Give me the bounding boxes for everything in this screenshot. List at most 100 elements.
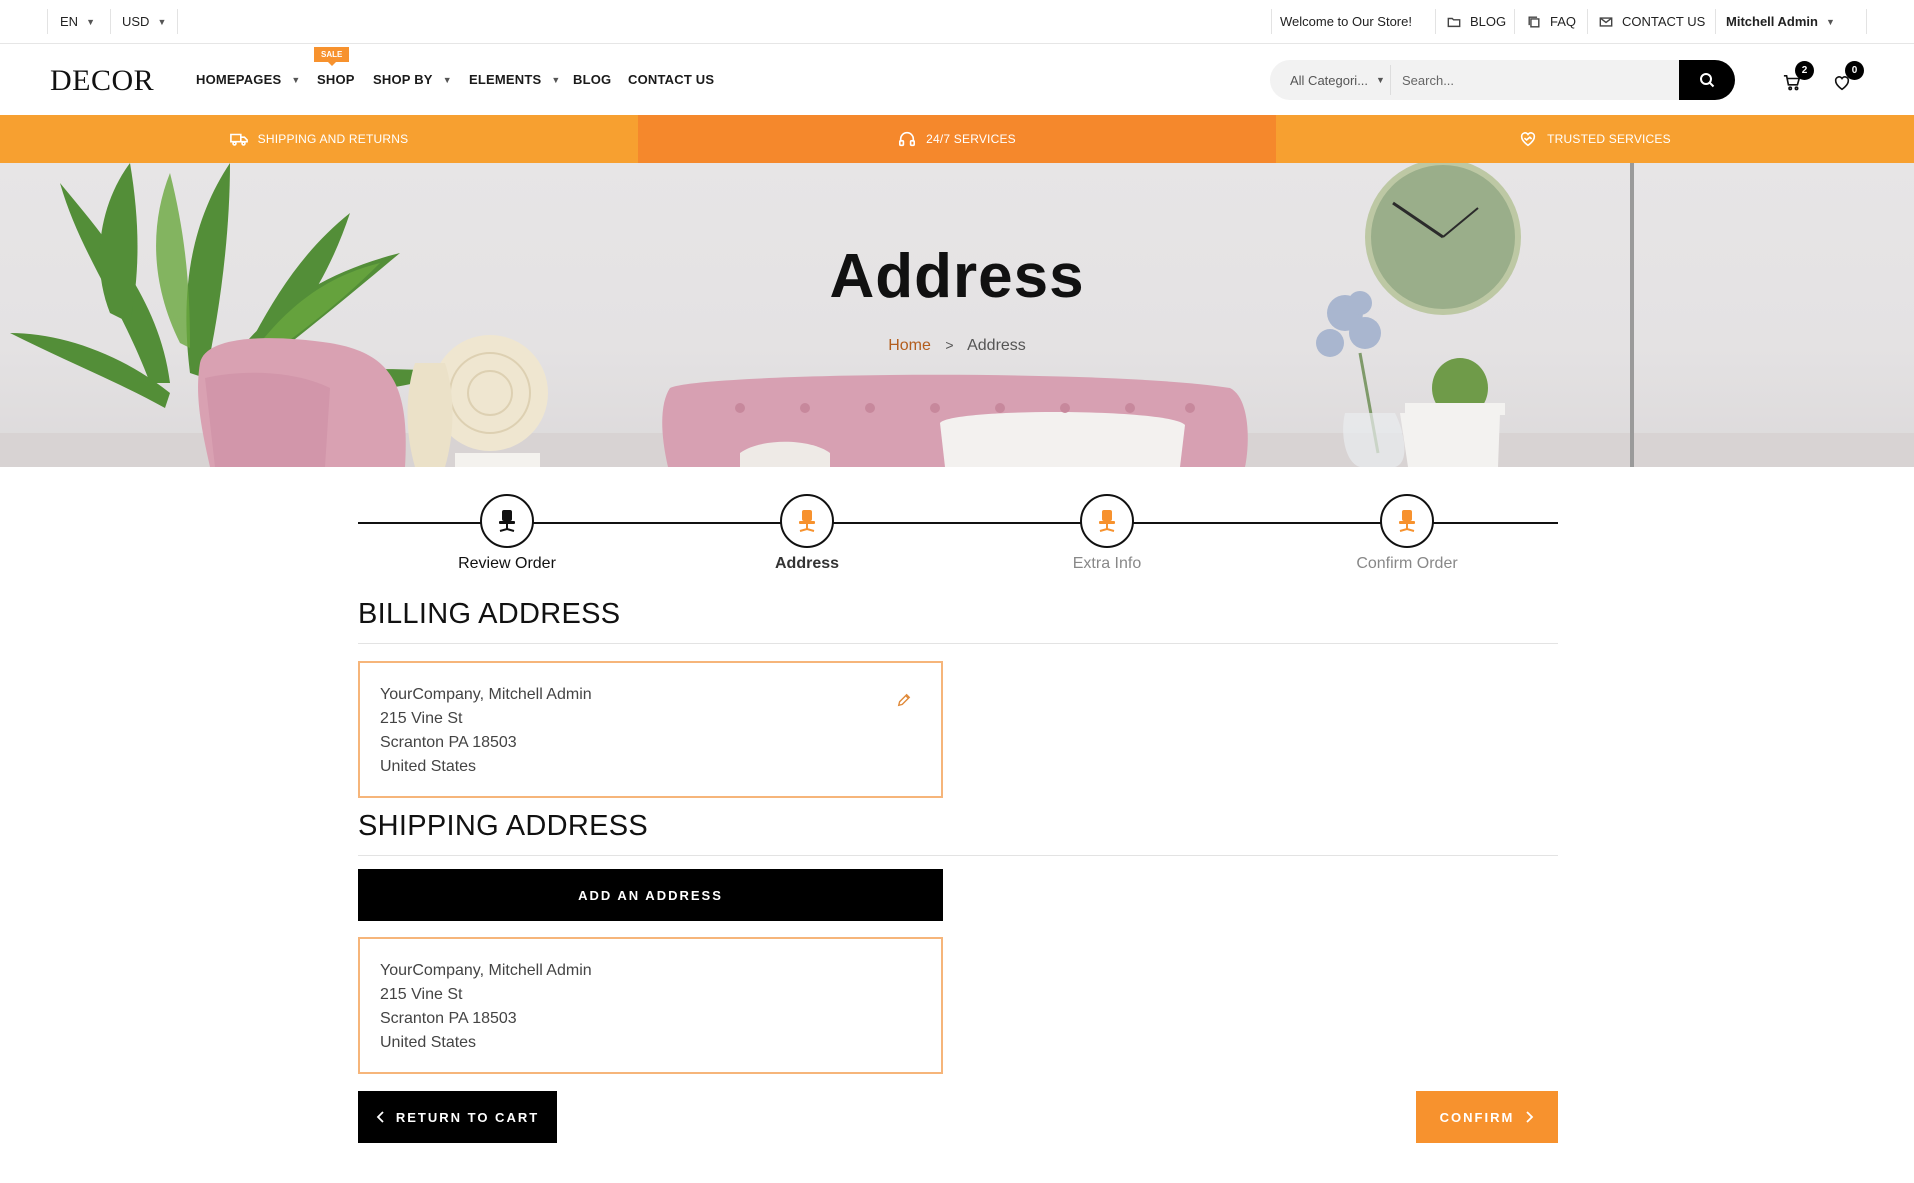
nav-contact-us[interactable]: CONTACT US <box>628 72 714 87</box>
step-label: Extra Info <box>1072 555 1142 572</box>
return-to-cart-button[interactable]: RETURN TO CART <box>358 1091 557 1143</box>
shipping-title: SHIPPING ADDRESS <box>358 810 649 842</box>
step-label: Confirm Order <box>1356 555 1458 572</box>
nav-elements[interactable]: ELEMENTS ▼ <box>469 72 561 87</box>
hero-background-image <box>0 163 1914 467</box>
shipping-address-card[interactable]: YourCompany, Mitchell Admin 215 Vine St … <box>358 937 943 1074</box>
logo-text: DECOR <box>50 64 155 97</box>
divider <box>47 9 48 34</box>
topbar-link-label: FAQ <box>1550 14 1577 29</box>
address-line: 215 Vine St <box>380 710 463 727</box>
chevron-down-icon: ▼ <box>551 74 561 85</box>
topbar-link-faq[interactable]: FAQ <box>1526 0 1576 43</box>
add-address-button[interactable]: ADD AN ADDRESS <box>358 869 943 921</box>
divider <box>358 643 1558 644</box>
chevron-down-icon: ▼ <box>1376 75 1385 85</box>
nav-label: HOMEPAGES <box>196 72 282 87</box>
divider <box>110 9 111 34</box>
divider <box>1435 9 1436 34</box>
mail-icon <box>1598 14 1614 30</box>
address-line: YourCompany, Mitchell Admin <box>380 686 592 703</box>
topbar-link-blog[interactable]: BLOG <box>1446 0 1506 43</box>
address-line: YourCompany, Mitchell Admin <box>380 962 592 979</box>
divider <box>358 855 1558 856</box>
search-button[interactable] <box>1679 60 1735 100</box>
chevron-right-icon <box>1524 1111 1534 1123</box>
page-title: Address <box>829 242 1085 311</box>
hero-banner: Address Home > Address <box>0 163 1914 467</box>
nav-label: ELEMENTS <box>469 72 542 87</box>
copy-icon <box>1526 14 1542 30</box>
nav-shop-by[interactable]: SHOP BY ▼ <box>373 72 452 87</box>
divider <box>1514 9 1515 34</box>
user-name: Mitchell Admin <box>1726 14 1818 29</box>
divider <box>177 9 178 34</box>
office-chair-icon <box>499 510 515 532</box>
service-label: 24/7 SERVICES <box>926 132 1016 146</box>
billing-address-card[interactable]: YourCompany, Mitchell Admin 215 Vine St … <box>358 661 943 798</box>
chevron-down-icon: ▼ <box>442 74 452 85</box>
button-label: CONFIRM <box>1439 1109 1515 1125</box>
wishlist-count-badge: 0 <box>1845 61 1864 80</box>
service-label: TRUSTED SERVICES <box>1547 132 1671 146</box>
divider <box>1866 9 1867 34</box>
nav-blog[interactable]: BLOG <box>573 72 611 87</box>
chevron-down-icon: ▼ <box>1825 16 1835 27</box>
chevron-down-icon: ▼ <box>291 74 301 85</box>
service-bar: SHIPPING AND RETURNS 24/7 SERVICES TRUST… <box>0 115 1914 163</box>
chevron-down-icon: ▼ <box>157 16 167 27</box>
topbar-link-label: BLOG <box>1470 14 1507 29</box>
language-label: EN <box>60 14 79 29</box>
nav-homepages[interactable]: HOMEPAGES ▼ <box>196 72 300 87</box>
wishlist-button[interactable]: 0 <box>1830 61 1864 95</box>
step-circle <box>780 494 834 548</box>
service-label: SHIPPING AND RETURNS <box>257 132 409 146</box>
topbar-link-contact[interactable]: CONTACT US <box>1598 0 1705 43</box>
sale-badge: SALE <box>314 47 350 66</box>
step-label: Address <box>774 555 840 572</box>
nav-shop[interactable]: SHOP <box>317 72 355 87</box>
nav-label: SHOP BY <box>373 72 433 87</box>
step-address[interactable]: Address <box>707 494 907 573</box>
edit-pencil-icon[interactable] <box>897 691 913 707</box>
address-line: United States <box>380 1034 477 1051</box>
address-line: Scranton PA 18503 <box>380 1010 517 1027</box>
step-extra-info[interactable]: Extra Info <box>1007 494 1207 573</box>
truck-icon <box>229 133 248 146</box>
service-shipping: SHIPPING AND RETURNS <box>0 115 638 163</box>
language-selector[interactable]: EN ▼ <box>60 0 95 43</box>
address-line: United States <box>380 758 477 775</box>
main-header: DECOR HOMEPAGES ▼ SALE SHOP SHOP BY ▼ EL… <box>0 44 1914 115</box>
folder-icon <box>1446 14 1462 30</box>
step-circle <box>1380 494 1434 548</box>
divider <box>1587 9 1588 34</box>
site-logo[interactable]: DECOR <box>50 64 154 98</box>
checkout-progress: Review Order Address Extra Info Confirm … <box>358 490 1558 573</box>
button-label: RETURN TO CART <box>395 1109 540 1125</box>
user-menu[interactable]: Mitchell Admin ▼ <box>1726 0 1835 43</box>
search-input[interactable] <box>1402 60 1682 100</box>
cart-button[interactable]: 2 <box>1780 61 1814 95</box>
divider <box>1715 9 1716 34</box>
heart-handshake-icon <box>1521 132 1536 147</box>
breadcrumb-home[interactable]: Home <box>888 337 931 354</box>
top-bar: EN ▼ USD ▼ Welcome to Our Store! BLOG FA… <box>0 0 1914 44</box>
step-review-order[interactable]: Review Order <box>407 494 607 573</box>
step-circle <box>1080 494 1134 548</box>
divider <box>1390 65 1391 95</box>
office-chair-icon <box>1099 510 1115 532</box>
breadcrumb-separator: > <box>945 337 954 353</box>
cart-count-badge: 2 <box>1795 61 1814 80</box>
search-icon <box>1700 73 1715 88</box>
confirm-button[interactable]: CONFIRM <box>1416 1091 1558 1143</box>
topbar-link-label: CONTACT US <box>1622 14 1706 29</box>
billing-title: BILLING ADDRESS <box>358 598 621 630</box>
headphones-icon <box>899 131 916 147</box>
divider <box>1271 9 1272 34</box>
welcome-text: Welcome to Our Store! <box>1280 14 1412 29</box>
category-select[interactable]: All Categori... ▼ <box>1290 60 1385 100</box>
breadcrumb-current: Address <box>967 337 1026 354</box>
step-confirm-order[interactable]: Confirm Order <box>1307 494 1507 573</box>
currency-label: USD <box>122 14 150 29</box>
currency-selector[interactable]: USD ▼ <box>122 0 166 43</box>
